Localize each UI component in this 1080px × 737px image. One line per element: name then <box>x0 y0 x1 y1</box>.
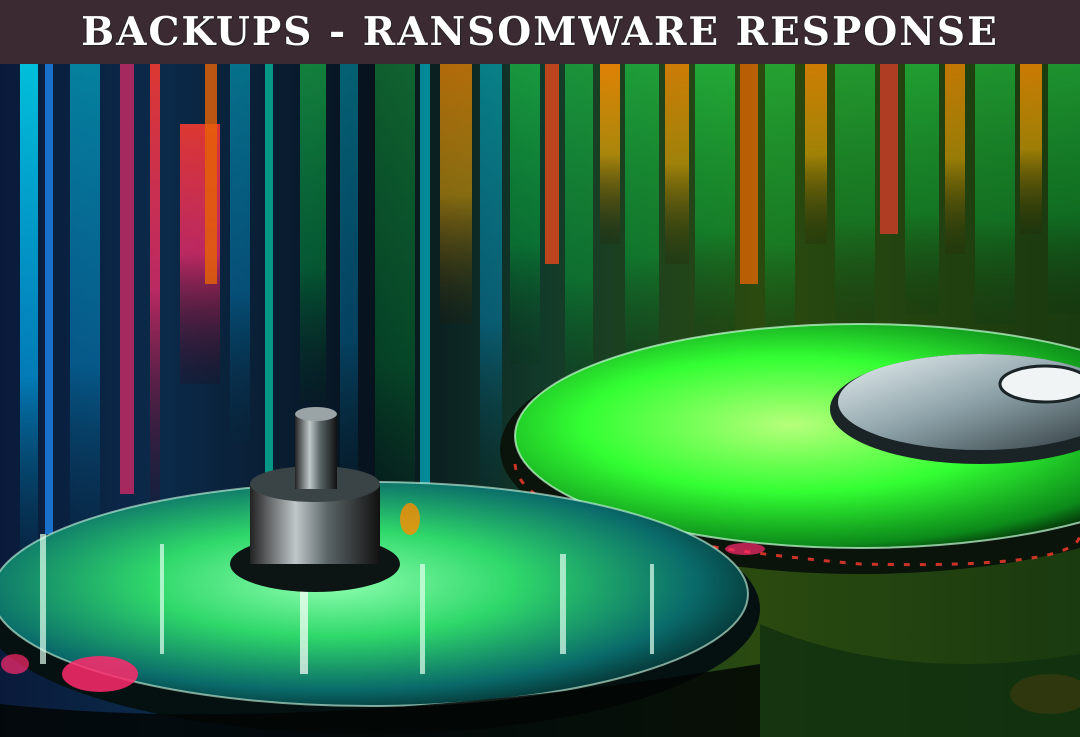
page-frame: BACKUPS - RANSOMWARE RESPONSE <box>0 0 1080 737</box>
hard-drive-platters-image <box>0 64 1080 737</box>
banner-title: BACKUPS - RANSOMWARE RESPONSE <box>81 9 999 55</box>
title-banner: BACKUPS - RANSOMWARE RESPONSE <box>0 0 1080 64</box>
